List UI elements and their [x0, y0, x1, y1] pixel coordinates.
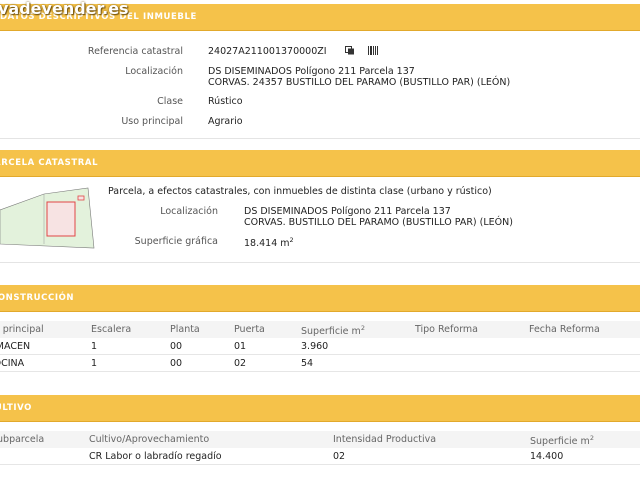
- cell-puerta: 02: [234, 358, 247, 369]
- col-fecha-reforma[interactable]: Fecha Reforma: [529, 324, 600, 335]
- col-tipo-reforma[interactable]: Tipo Reforma: [415, 324, 478, 335]
- cell-planta: 00: [170, 358, 183, 369]
- col-superficie[interactable]: Superficie m2: [530, 434, 594, 447]
- copy-icon[interactable]: [345, 46, 355, 55]
- cell-cultivo: CR Labor o labradío regadío: [89, 451, 222, 462]
- parcela-loc-label: Localización: [160, 206, 218, 217]
- loc-line2: CORVAS. 24357 BUSTILLO DEL PARAMO (BUSTI…: [208, 77, 511, 88]
- parcela-loc-line1: DS DISEMINADOS Polígono 211 Parcela 137: [244, 206, 451, 217]
- parcela-note: Parcela, a efectos catastrales, con inmu…: [108, 186, 492, 197]
- cell-superficie: 14.400: [530, 451, 564, 462]
- barcode-icon[interactable]: [368, 46, 378, 55]
- uso-label: Uso principal: [121, 116, 183, 127]
- watermark: vadevender.es: [0, 0, 129, 18]
- construccion-header: CONSTRUCCIÓN: [0, 285, 640, 312]
- loc-line1: DS DISEMINADOS Polígono 211 Parcela 137: [208, 66, 415, 77]
- cell-escalera: 1: [91, 341, 98, 352]
- cell-uso: ALMACEN: [0, 341, 31, 352]
- parcela-sup-label: Superficie gráfica: [134, 236, 218, 247]
- ref-label: Referencia catastral: [87, 46, 183, 57]
- cell-planta: 00: [170, 341, 183, 352]
- construccion-title: CONSTRUCCIÓN: [0, 293, 75, 303]
- parcela-sup-value: 18.414 m2: [244, 236, 294, 250]
- cell-puerta: 01: [234, 341, 247, 352]
- parcel-map[interactable]: [0, 180, 100, 260]
- divider: [0, 138, 640, 139]
- clase-value: Rústico: [208, 96, 243, 107]
- cell-superficie: 3.960: [301, 341, 329, 352]
- parcela-loc-line2: CORVAS. BUSTILLO DEL PARAMO (BUSTILLO PA…: [244, 217, 513, 228]
- cell-uso: COCINA: [0, 358, 25, 369]
- uso-value: Agrario: [208, 116, 243, 127]
- cell-intensidad: 02: [333, 451, 346, 462]
- col-uso-principal[interactable]: Uso principal: [0, 324, 44, 335]
- col-puerta[interactable]: Puerta: [234, 324, 265, 335]
- col-cultivo[interactable]: Cultivo/Aprovechamiento: [89, 434, 209, 445]
- cultivo-title: CULTIVO: [0, 403, 32, 413]
- ref-value[interactable]: 24027A211001370000ZI: [208, 46, 327, 57]
- col-subparcela[interactable]: Subparcela: [0, 434, 44, 445]
- cell-escalera: 1: [91, 358, 98, 369]
- cell-superficie: 54: [301, 358, 314, 369]
- parcela-header: PARCELA CATASTRAL: [0, 150, 640, 177]
- parcela-title: PARCELA CATASTRAL: [0, 158, 99, 168]
- col-planta[interactable]: Planta: [170, 324, 200, 335]
- parcel-building-small: [77, 195, 85, 201]
- parcel-building: [46, 201, 76, 237]
- clase-label: Clase: [157, 96, 183, 107]
- col-escalera[interactable]: Escalera: [91, 324, 131, 335]
- col-intensidad[interactable]: Intensidad Productiva: [333, 434, 436, 445]
- col-superficie[interactable]: Superficie m2: [301, 324, 365, 337]
- loc-label: Localización: [125, 66, 183, 77]
- cultivo-header: CULTIVO: [0, 395, 640, 422]
- divider: [0, 262, 640, 263]
